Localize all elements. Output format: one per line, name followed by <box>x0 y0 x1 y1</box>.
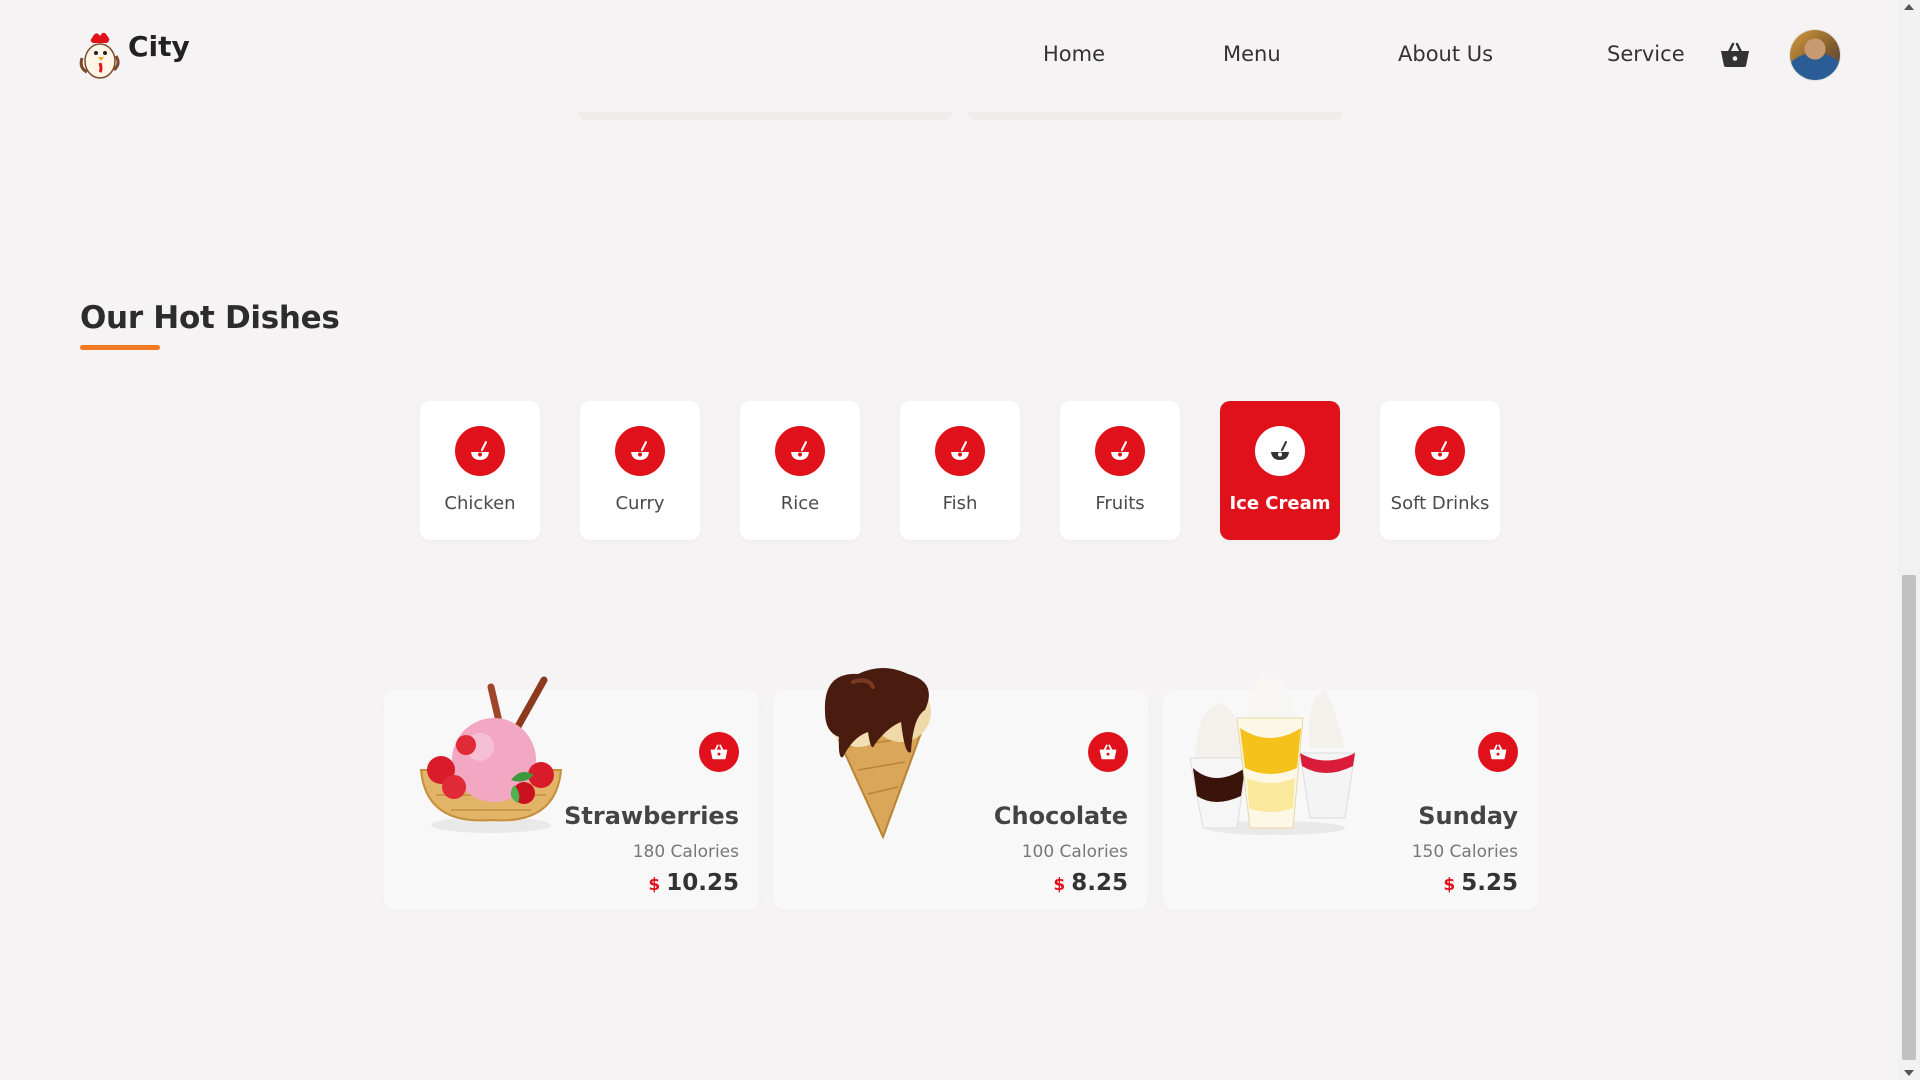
site-header: City Home Menu About Us Service <box>0 0 1898 120</box>
dish-icon <box>935 426 985 476</box>
category-label: Fruits <box>1095 493 1145 514</box>
nav-service[interactable]: Service <box>1607 42 1685 66</box>
vertical-scrollbar[interactable] <box>1898 0 1920 1080</box>
category-fish[interactable]: Fish <box>900 401 1020 540</box>
category-curry[interactable]: Curry <box>580 401 700 540</box>
basket-icon <box>1489 744 1507 760</box>
category-ice-cream[interactable]: Ice Cream <box>1220 401 1340 540</box>
nav-about-us[interactable]: About Us <box>1398 42 1493 66</box>
faint-card-edge <box>578 112 953 120</box>
category-fruits[interactable]: Fruits <box>1060 401 1180 540</box>
basket-icon <box>1099 744 1117 760</box>
scroll-thumb[interactable] <box>1902 575 1916 1060</box>
basket-icon <box>710 744 728 760</box>
dish-calories: 180 Calories <box>632 842 739 862</box>
add-to-cart-button[interactable] <box>1478 732 1518 772</box>
category-label: Soft Drinks <box>1390 493 1490 514</box>
dish-name: Strawberries <box>564 802 739 830</box>
dish-card-sunday: Sunday 150 Calories $5.25 <box>1163 672 1538 910</box>
price-value: 8.25 <box>1071 870 1128 896</box>
currency-symbol: $ <box>1053 875 1066 895</box>
dish-price: $10.25 <box>648 870 739 896</box>
currency-symbol: $ <box>648 875 661 895</box>
strawberry-ice-cream-bowl-image <box>419 676 563 833</box>
sundae-cups-image <box>1189 672 1356 835</box>
title-underline <box>80 345 160 350</box>
brand-name: City <box>128 30 190 63</box>
dish-icon <box>1095 426 1145 476</box>
dish-calories: 150 Calories <box>1411 842 1518 862</box>
dish-price: $8.25 <box>1053 870 1128 896</box>
dish-icon <box>1415 426 1465 476</box>
nav-home[interactable]: Home <box>1043 42 1105 66</box>
brand-logo[interactable]: City <box>78 28 190 82</box>
dish-icon <box>615 426 665 476</box>
category-rice[interactable]: Rice <box>740 401 860 540</box>
category-label: Curry <box>615 493 665 514</box>
category-label: Rice <box>780 493 820 514</box>
category-label: Chicken <box>444 493 516 514</box>
nav-menu[interactable]: Menu <box>1223 42 1281 66</box>
dish-icon <box>775 426 825 476</box>
faint-card-edge <box>968 112 1343 120</box>
section-title: Our Hot Dishes <box>80 300 340 336</box>
scroll-down-arrow-icon[interactable] <box>1904 1070 1914 1076</box>
dish-calories: 100 Calories <box>1021 842 1128 862</box>
dish-name: Chocolate <box>993 802 1128 830</box>
add-to-cart-button[interactable] <box>699 732 739 772</box>
price-value: 5.25 <box>1461 870 1518 896</box>
category-chicken[interactable]: Chicken <box>420 401 540 540</box>
chocolate-ice-cream-cone-image <box>824 668 931 840</box>
dish-icon <box>1255 426 1305 476</box>
scroll-up-arrow-icon[interactable] <box>1904 4 1914 10</box>
add-to-cart-button[interactable] <box>1088 732 1128 772</box>
dish-card-strawberries: Strawberries 180 Calories $10.25 <box>384 676 759 910</box>
avatar[interactable] <box>1790 30 1840 80</box>
basket-icon[interactable] <box>1720 42 1750 68</box>
category-label: Fish <box>942 493 978 514</box>
currency-symbol: $ <box>1443 875 1456 895</box>
dish-card-chocolate: Chocolate 100 Calories $8.25 <box>773 668 1148 910</box>
dish-icon <box>455 426 505 476</box>
price-value: 10.25 <box>666 870 739 896</box>
chicken-chef-mascot-icon <box>79 32 120 79</box>
dish-name: Sunday <box>1418 802 1518 830</box>
dish-price: $5.25 <box>1443 870 1518 896</box>
category-soft-drinks[interactable]: Soft Drinks <box>1380 401 1500 540</box>
category-label: Ice Cream <box>1229 493 1331 514</box>
